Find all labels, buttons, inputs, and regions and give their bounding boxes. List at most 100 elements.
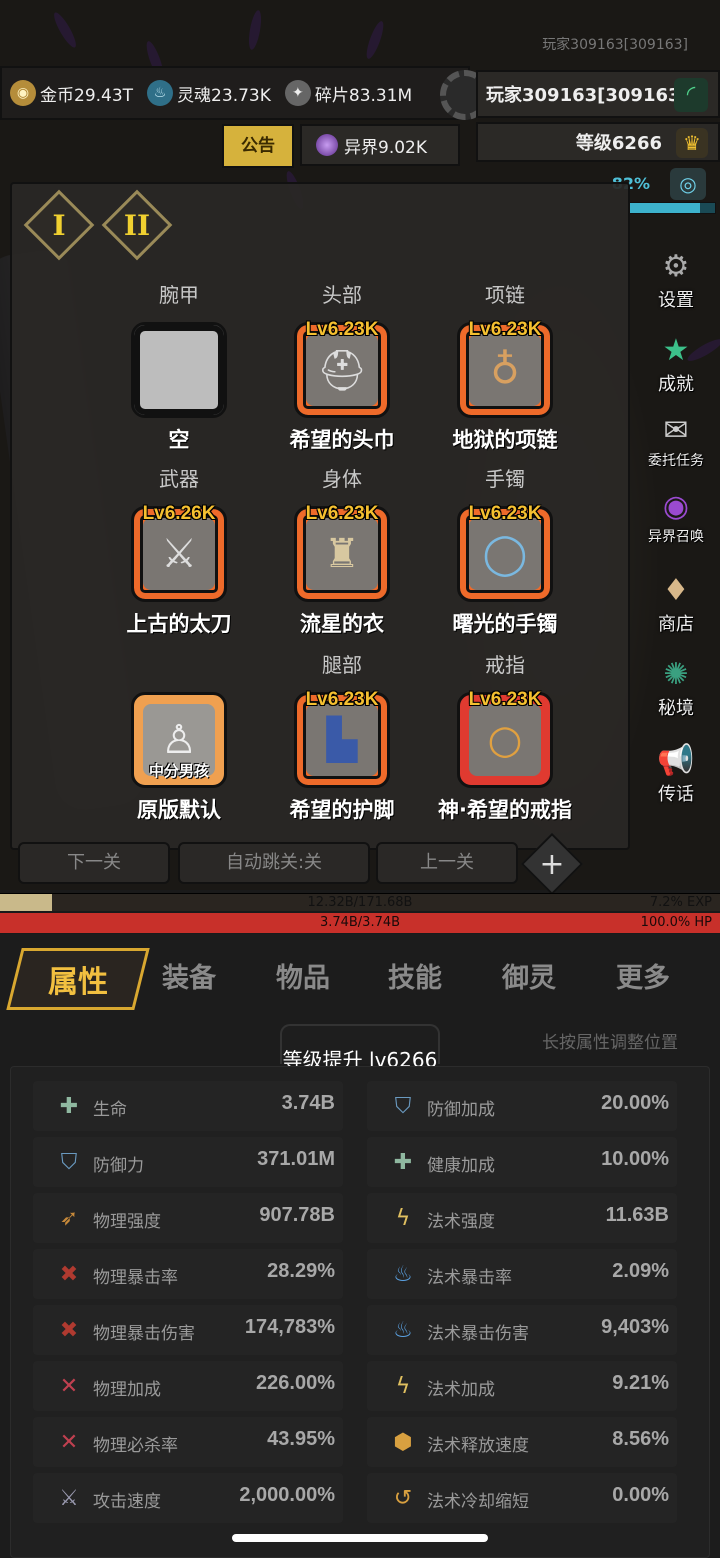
stat-row[interactable]: ⚔ 攻击速度 2,000.00% bbox=[33, 1473, 343, 1523]
hp-text: 3.74B/3.74B bbox=[319, 915, 401, 930]
ring-icon: ○ bbox=[487, 717, 523, 763]
exp-bar: 12.32B/171.68B 7.2% EXP bbox=[0, 893, 720, 911]
slot-head[interactable]: 头部 ⛑ Lv6.23K 希望的头巾 bbox=[262, 282, 422, 454]
player-id-label: 玩家309163[309163] bbox=[542, 37, 688, 53]
spell-strength-icon: ϟ bbox=[395, 1205, 411, 1231]
auto-skip-button[interactable]: 自动跳关:关 bbox=[178, 842, 370, 884]
stat-row[interactable]: ⛉ 防御加成 20.00% bbox=[367, 1081, 677, 1131]
physical-strength-icon: ➶ bbox=[59, 1205, 79, 1231]
stat-row[interactable]: ⛉ 防御力 371.01M bbox=[33, 1137, 343, 1187]
soul-currency: ♨ 灵魂23.73K bbox=[147, 80, 271, 106]
stat-row[interactable]: ϟ 法术强度 11.63B bbox=[367, 1193, 677, 1243]
stat-row[interactable]: ϟ 法术加成 9.21% bbox=[367, 1361, 677, 1411]
boot-icon: ▙ bbox=[326, 717, 358, 763]
slot-necklace[interactable]: 项链 ♁ Lv6.23K 地狱的项链 bbox=[425, 282, 585, 454]
player-name: 玩家309163[309163] bbox=[486, 85, 689, 106]
tab-equipment[interactable]: 装备 bbox=[162, 956, 216, 995]
slot-bracer[interactable]: 腕甲 空 bbox=[99, 282, 259, 454]
physical-crit-damage-icon: ✖ bbox=[59, 1317, 79, 1343]
slot-body[interactable]: 身体 ♜ Lv6.23K 流星的衣 bbox=[262, 466, 422, 638]
otherworld-counter[interactable]: 异界9.02K bbox=[300, 124, 460, 166]
katana-icon: ⚔ bbox=[161, 531, 197, 577]
cast-speed-icon: ⬢ bbox=[393, 1429, 413, 1455]
stat-row[interactable]: ✖ 物理暴击伤害 174,783% bbox=[33, 1305, 343, 1355]
empty-slot-icon bbox=[131, 322, 227, 418]
equipment-set-tab-2[interactable]: II bbox=[101, 189, 173, 261]
gear-icon: ⚙ bbox=[662, 248, 690, 284]
player-level: 等级6266 bbox=[575, 133, 662, 154]
slot-skin[interactable]: ♙ 中分男孩 原版默认 bbox=[99, 652, 259, 824]
hp-bar: 3.74B/3.74B 100.0% HP bbox=[0, 913, 720, 933]
stat-row[interactable]: ➶ 物理强度 907.78B bbox=[33, 1193, 343, 1243]
exp-text: 12.32B/171.68B bbox=[307, 895, 413, 910]
tab-skills[interactable]: 技能 bbox=[388, 956, 442, 995]
stat-row[interactable]: ✚ 健康加成 10.00% bbox=[367, 1137, 677, 1187]
stats-panel: ✚ 生命 3.74B ⛉ 防御力 371.01M ➶ 物理强度 907.78B … bbox=[10, 1066, 710, 1558]
stat-row[interactable]: ✕ 物理必杀率 43.95% bbox=[33, 1417, 343, 1467]
side-item-message[interactable]: 📢 传话 bbox=[632, 738, 720, 818]
gold-value: 金币29.43T bbox=[40, 85, 134, 106]
physical-crit-icon: ✖ bbox=[59, 1261, 79, 1287]
attack-speed-icon: ⚔ bbox=[59, 1485, 79, 1511]
main-tabs: 属性 装备 物品 技能 御灵 更多 bbox=[0, 948, 720, 1014]
next-stage-button[interactable]: 上一关 bbox=[376, 842, 518, 884]
stat-row[interactable]: ✖ 物理暴击率 28.29% bbox=[33, 1249, 343, 1299]
slot-bracelet[interactable]: 手镯 ◯ Lv6.23K 曙光的手镯 bbox=[425, 466, 585, 638]
tab-attributes[interactable]: 属性 bbox=[6, 948, 150, 1010]
bottom-panel: 属性 装备 物品 技能 御灵 更多 长按属性调整位置 等级提升 lv6266 ✚… bbox=[0, 934, 720, 1558]
tab-spirits[interactable]: 御灵 bbox=[502, 956, 556, 995]
signal-icon: ◜ bbox=[674, 78, 708, 112]
side-item-summon[interactable]: ◉ 异界召唤 bbox=[632, 484, 720, 564]
gold-currency: ◉ 金币29.43T bbox=[10, 80, 133, 106]
portal-icon: ◉ bbox=[662, 488, 690, 524]
side-item-shop[interactable]: ♦ 商店 bbox=[632, 568, 720, 648]
progress-bar bbox=[628, 202, 716, 214]
shard-icon: ✦ bbox=[284, 80, 311, 106]
armor-icon: ♜ bbox=[324, 531, 360, 577]
notice-button[interactable]: 公告 bbox=[222, 124, 294, 168]
soul-icon: ♨ bbox=[147, 80, 174, 106]
stat-row[interactable]: ✚ 生命 3.74B bbox=[33, 1081, 343, 1131]
stat-row[interactable]: ↺ 法术冷却缩短 0.00% bbox=[367, 1473, 677, 1523]
slot-weapon[interactable]: 武器 ⚔ Lv6.26K 上古的太刀 bbox=[99, 466, 259, 638]
spell-crit-damage-icon: ♨ bbox=[393, 1317, 413, 1343]
equipment-panel: I II 腕甲 空 头部 ⛑ Lv6.23K 希望的头巾 项链 ♁ Lv6.23K … bbox=[10, 182, 630, 850]
defense-bonus-icon: ⛉ bbox=[394, 1093, 412, 1119]
shard-value: 碎片83.31M bbox=[314, 85, 413, 106]
slot-ring[interactable]: 戒指 ○ Lv6.23K 神·希望的戒指 bbox=[425, 652, 585, 824]
health-cross-icon: ✚ bbox=[59, 1093, 79, 1119]
tab-more[interactable]: 更多 bbox=[616, 956, 670, 995]
plus-icon: + bbox=[539, 846, 565, 882]
shop-icon: ♦ bbox=[662, 572, 690, 608]
bracelet-icon: ◯ bbox=[482, 531, 528, 577]
shard-currency: ✦ 碎片83.31M bbox=[284, 80, 413, 106]
gold-coin-icon: ◉ bbox=[10, 80, 36, 106]
stat-row[interactable]: ♨ 法术暴击伤害 9,403% bbox=[367, 1305, 677, 1355]
side-item-realm[interactable]: ✺ 秘境 bbox=[632, 652, 720, 732]
swirl-icon[interactable]: ◎ bbox=[670, 168, 706, 200]
side-item-settings[interactable]: ⚙ 设置 bbox=[632, 244, 720, 324]
stat-row[interactable]: ♨ 法术暴击率 2.09% bbox=[367, 1249, 677, 1299]
home-indicator[interactable] bbox=[232, 1534, 488, 1542]
level-box: 等级6266 ♛ bbox=[476, 122, 720, 162]
side-item-achievements[interactable]: ★ 成就 bbox=[632, 328, 720, 408]
slot-legs[interactable]: 腿部 ▙ Lv6.23K 希望的护脚 bbox=[262, 652, 422, 824]
health-bonus-icon: ✚ bbox=[393, 1149, 413, 1175]
stat-row[interactable]: ✕ 物理加成 226.00% bbox=[33, 1361, 343, 1411]
otherworld-value: 异界9.02K bbox=[344, 137, 427, 158]
stat-row[interactable]: ⬢ 法术释放速度 8.56% bbox=[367, 1417, 677, 1467]
soul-value: 灵魂23.73K bbox=[177, 85, 271, 106]
tab-items[interactable]: 物品 bbox=[276, 956, 330, 995]
helmet-icon: ⛑ bbox=[316, 347, 368, 394]
side-item-quests[interactable]: ✉ 委托任务 bbox=[632, 408, 720, 488]
player-name-box[interactable]: 玩家309163[309163] ◜ bbox=[476, 70, 720, 118]
character-icon: ♙ bbox=[161, 717, 197, 763]
currency-bar: ◉ 金币29.43T ♨ 灵魂23.73K ✦ 碎片83.31M bbox=[0, 66, 470, 120]
execute-icon: ✕ bbox=[59, 1429, 79, 1455]
portal-orb-icon bbox=[316, 134, 338, 156]
prev-stage-button[interactable]: 下一关 bbox=[18, 842, 170, 884]
physical-bonus-icon: ✕ bbox=[59, 1373, 79, 1399]
spell-bonus-icon: ϟ bbox=[395, 1373, 411, 1399]
equipment-set-tab-1[interactable]: I bbox=[23, 189, 95, 261]
star-icon: ★ bbox=[662, 332, 690, 368]
